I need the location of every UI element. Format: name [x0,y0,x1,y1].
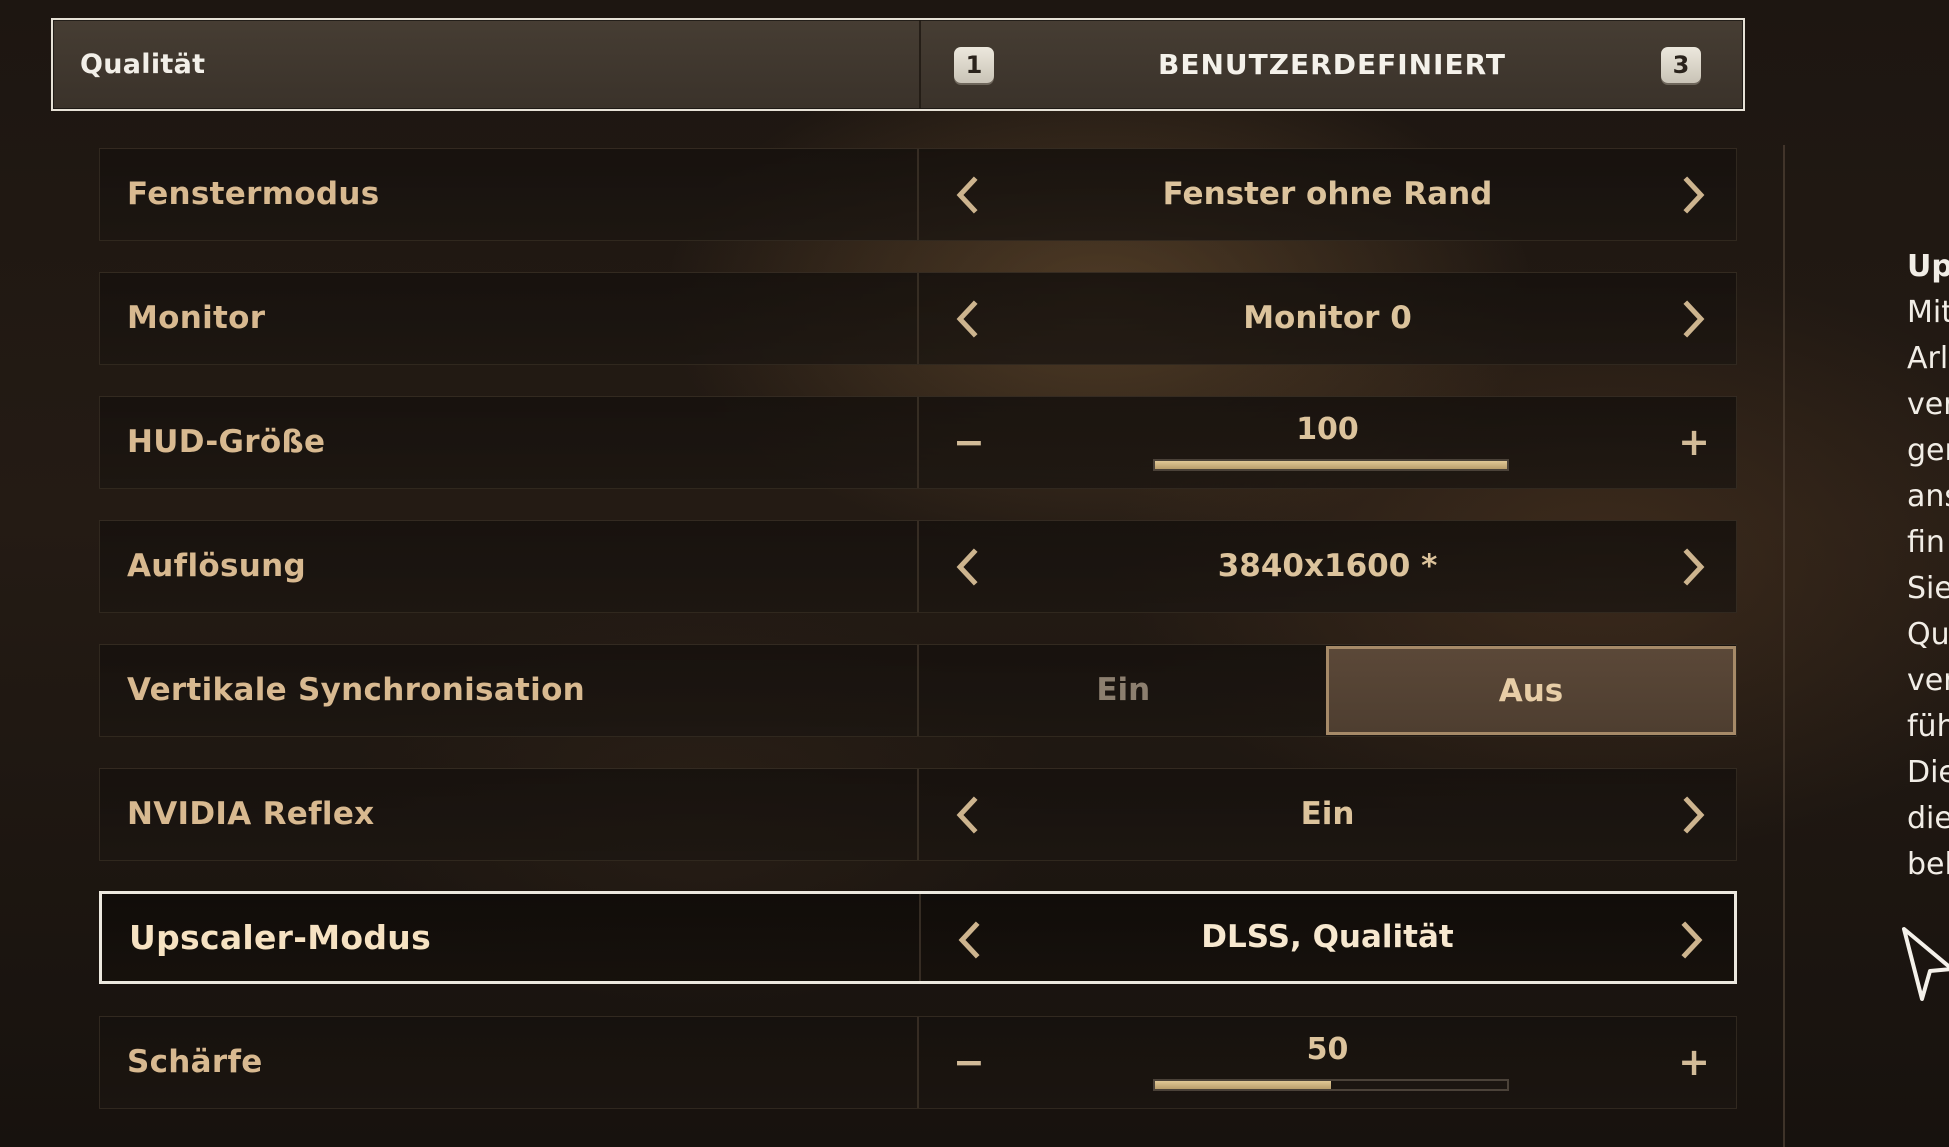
plus-icon[interactable]: + [1678,397,1710,488]
setting-row-monitor[interactable]: Monitor Monitor 0 [99,272,1737,365]
chevron-left-icon[interactable] [952,548,982,586]
description-line: Qu [1907,617,1949,652]
setting-row-upscaler-modus[interactable]: Upscaler-Modus DLSS, Qualität [99,891,1737,984]
setting-label: HUD-Größe [127,424,326,460]
setting-control: 3840x1600 * [919,521,1736,612]
chevron-right-icon[interactable] [1677,921,1707,959]
slider-value: 100 [1296,412,1359,447]
setting-value: Monitor 0 [1243,300,1412,336]
chevron-left-icon[interactable] [952,796,982,834]
description-line: ver [1907,663,1949,698]
setting-control: Ein Aus [919,645,1736,736]
chevron-right-icon[interactable] [1679,300,1709,338]
setting-row-hud-gro-e[interactable]: HUD-Größe −100 + [99,396,1737,489]
quality-preset-bar[interactable]: Qualität 1 BENUTZERDEFINIERT 3 [51,18,1745,111]
chevron-right-icon[interactable] [1679,548,1709,586]
quality-preset-value: BENUTZERDEFINIERT [1157,48,1507,81]
setting-label: Upscaler-Modus [129,918,432,957]
setting-control: −100 + [919,397,1736,488]
toggle-option-ein[interactable]: Ein [919,645,1328,736]
chevron-left-icon[interactable] [952,176,982,214]
chevron-right-icon[interactable] [1679,176,1709,214]
slider-fill [1155,461,1507,469]
chevron-right-icon[interactable] [1679,796,1709,834]
description-line: ger [1907,433,1949,468]
chevron-left-icon[interactable] [952,300,982,338]
setting-row-auflo-sung[interactable]: Auflösung 3840x1600 * [99,520,1737,613]
description-line: ver [1907,387,1949,422]
setting-value: DLSS, Qualität [1201,919,1454,955]
slider-fill [1155,1081,1331,1089]
description-panel: Up Mit Arl ver ger ans fin Sie Qu ver füh Die die be… [1907,244,1949,888]
setting-label: Monitor [127,300,266,336]
plus-icon[interactable]: + [1678,1017,1710,1108]
setting-label: Auflösung [127,548,306,584]
setting-control: Ein [919,769,1736,860]
description-line: die [1907,801,1949,836]
quality-label: Qualität [80,49,206,80]
setting-label: Fenstermodus [127,176,380,212]
setting-value: Fenster ohne Rand [1162,176,1493,212]
setting-row-nvidia-reflex[interactable]: NVIDIA Reflex Ein [99,768,1737,861]
setting-control: Monitor 0 [919,273,1736,364]
description-line: fin [1907,525,1945,560]
setting-value: 3840x1600 * [1217,548,1438,584]
setting-control: −50 + [919,1017,1736,1108]
setting-label: Vertikale Synchronisation [127,672,586,708]
description-line: ans [1907,479,1949,514]
description-text: Mit Arl ver ger ans fin Sie Qu ver füh Die die bel [1907,290,1949,888]
description-title: Up [1907,249,1949,284]
description-line: bel [1907,847,1949,882]
setting-label: Schärfe [127,1044,263,1080]
setting-control: DLSS, Qualität [921,894,1734,981]
description-line: Die [1907,755,1949,790]
description-line: Arl [1907,341,1949,376]
chevron-left-icon[interactable] [954,921,984,959]
slider-value: 50 [1306,1032,1349,1067]
slider-track[interactable] [1153,459,1509,471]
setting-row-fenstermodus[interactable]: Fenstermodus Fenster ohne Rand [99,148,1737,241]
toggle-option-aus[interactable]: Aus [1326,646,1736,735]
settings-screen: Qualität 1 BENUTZERDEFINIERT 3 Fenstermo… [0,0,1949,1147]
slider-track[interactable] [1153,1079,1509,1091]
setting-row-vertikale-synchronisation[interactable]: Vertikale Synchronisation Ein Aus [99,644,1737,737]
setting-row-scha-rfe[interactable]: Schärfe −50 + [99,1016,1737,1109]
description-line: Mit [1907,295,1949,330]
setting-control: Fenster ohne Rand [919,149,1736,240]
mouse-cursor-icon [1900,925,1949,1005]
description-panel-divider [1783,145,1785,1147]
setting-value: Ein [1300,796,1355,832]
next-preset-key[interactable]: 3 [1661,47,1701,83]
setting-label: NVIDIA Reflex [127,796,375,832]
description-line: Sie [1907,571,1949,606]
description-line: füh [1907,709,1949,744]
